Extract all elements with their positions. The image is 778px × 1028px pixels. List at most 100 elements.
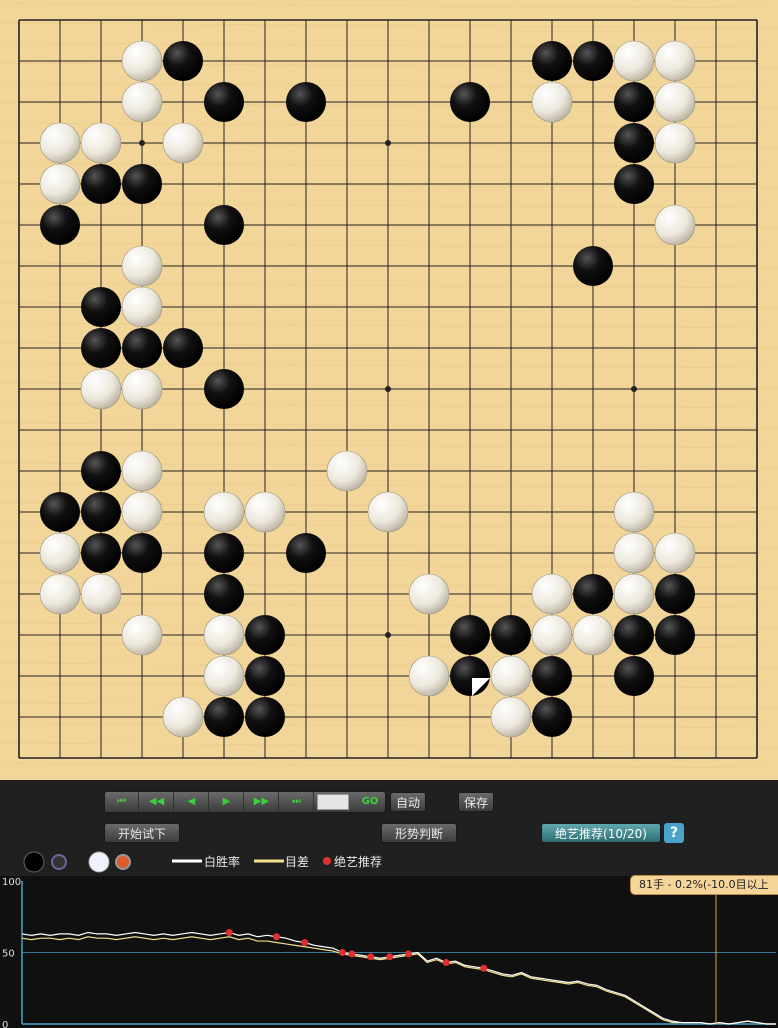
recommend-dot[interactable] — [225, 928, 233, 936]
white-stone[interactable] — [203, 491, 245, 533]
black-stone[interactable] — [122, 533, 162, 573]
white-stone[interactable] — [531, 614, 573, 656]
white-stone[interactable] — [654, 122, 696, 164]
black-stone[interactable] — [81, 164, 121, 204]
white-stone[interactable] — [654, 81, 696, 123]
recommend-dot[interactable] — [348, 950, 356, 958]
white-stone[interactable] — [654, 532, 696, 574]
black-stone[interactable] — [204, 697, 244, 737]
white-stone[interactable] — [203, 655, 245, 697]
white-stone[interactable] — [490, 655, 532, 697]
black-stone[interactable] — [245, 697, 285, 737]
white-stone[interactable] — [203, 614, 245, 656]
try-play-button[interactable]: 开始试下 — [104, 823, 180, 843]
black-stone[interactable] — [573, 246, 613, 286]
white-stone[interactable] — [244, 491, 286, 533]
white-stone[interactable] — [162, 122, 204, 164]
white-stone[interactable] — [121, 40, 163, 82]
white-stone[interactable] — [121, 81, 163, 123]
black-stone[interactable] — [286, 533, 326, 573]
white-stone[interactable] — [531, 573, 573, 615]
white-stone[interactable] — [39, 532, 81, 574]
black-toggle-icon[interactable] — [51, 854, 67, 870]
white-stone[interactable] — [490, 696, 532, 738]
go-button[interactable]: GO — [355, 792, 385, 812]
black-stone[interactable] — [655, 615, 695, 655]
white-stone[interactable] — [39, 122, 81, 164]
black-stone[interactable] — [122, 328, 162, 368]
white-stone[interactable] — [326, 450, 368, 492]
white-stone[interactable] — [39, 573, 81, 615]
last-move-button[interactable]: ⏭ — [280, 792, 314, 812]
save-button[interactable]: 保存 — [458, 792, 494, 812]
recommend-dot[interactable] — [404, 950, 412, 958]
white-stone[interactable] — [121, 450, 163, 492]
black-stone[interactable] — [163, 328, 203, 368]
black-stone[interactable] — [40, 205, 80, 245]
white-stone[interactable] — [654, 204, 696, 246]
white-stone[interactable] — [613, 573, 655, 615]
black-stone[interactable] — [204, 574, 244, 614]
black-stone[interactable] — [163, 41, 203, 81]
prev-move-button[interactable]: ◀ — [175, 792, 209, 812]
white-stone[interactable] — [121, 368, 163, 410]
white-stone[interactable] — [80, 573, 122, 615]
white-stone[interactable] — [613, 40, 655, 82]
move-number-input[interactable] — [317, 794, 349, 810]
position-judgement-button[interactable]: 形势判断 — [381, 823, 457, 843]
black-stone[interactable] — [614, 123, 654, 163]
white-stone[interactable] — [80, 368, 122, 410]
black-stone[interactable] — [532, 41, 572, 81]
white-stone[interactable] — [121, 491, 163, 533]
black-stone[interactable] — [573, 574, 613, 614]
ai-recommend-button[interactable]: 绝艺推荐(10/20) — [541, 823, 661, 843]
white-stone[interactable] — [80, 122, 122, 164]
black-stone[interactable] — [532, 656, 572, 696]
black-stone[interactable] — [614, 615, 654, 655]
white-stone[interactable] — [121, 286, 163, 328]
white-stone[interactable] — [531, 81, 573, 123]
recommend-dot[interactable] — [442, 959, 450, 967]
white-stone[interactable] — [162, 696, 204, 738]
recommend-dot[interactable] — [301, 938, 309, 946]
white-stone[interactable] — [121, 614, 163, 656]
recommend-dot[interactable] — [272, 933, 280, 941]
black-stone[interactable] — [204, 82, 244, 122]
black-stone[interactable] — [245, 656, 285, 696]
black-stone[interactable] — [204, 369, 244, 409]
white-stone[interactable] — [613, 491, 655, 533]
white-stone[interactable] — [654, 40, 696, 82]
win-rate-graph[interactable]: 100 50 0 — [0, 876, 778, 1028]
black-stone[interactable] — [450, 656, 490, 696]
recommend-dot[interactable] — [480, 964, 488, 972]
black-stone[interactable] — [81, 451, 121, 491]
back-ten-button[interactable]: ◀◀ — [140, 792, 174, 812]
black-stone[interactable] — [81, 533, 121, 573]
black-stone[interactable] — [40, 492, 80, 532]
black-stone[interactable] — [81, 328, 121, 368]
black-stone[interactable] — [614, 164, 654, 204]
white-stone[interactable] — [121, 245, 163, 287]
black-stone[interactable] — [614, 656, 654, 696]
black-stone[interactable] — [573, 41, 613, 81]
recommend-dot[interactable] — [386, 953, 394, 961]
recommend-dot[interactable] — [338, 949, 346, 956]
black-stone[interactable] — [450, 82, 490, 122]
white-stone[interactable] — [572, 614, 614, 656]
recommend-dot[interactable] — [367, 953, 375, 961]
black-stone[interactable] — [491, 615, 531, 655]
black-stone[interactable] — [81, 287, 121, 327]
black-stone[interactable] — [286, 82, 326, 122]
white-stone[interactable] — [408, 573, 450, 615]
go-board[interactable] — [0, 0, 778, 780]
white-stone[interactable] — [613, 532, 655, 574]
next-move-button[interactable]: ▶ — [210, 792, 244, 812]
black-stone[interactable] — [450, 615, 490, 655]
black-stone[interactable] — [204, 533, 244, 573]
black-stone[interactable] — [655, 574, 695, 614]
black-stone[interactable] — [614, 82, 654, 122]
first-move-button[interactable]: ⏮ — [105, 792, 139, 812]
forward-ten-button[interactable]: ▶▶ — [245, 792, 279, 812]
white-stone[interactable] — [367, 491, 409, 533]
white-stone[interactable] — [39, 163, 81, 205]
